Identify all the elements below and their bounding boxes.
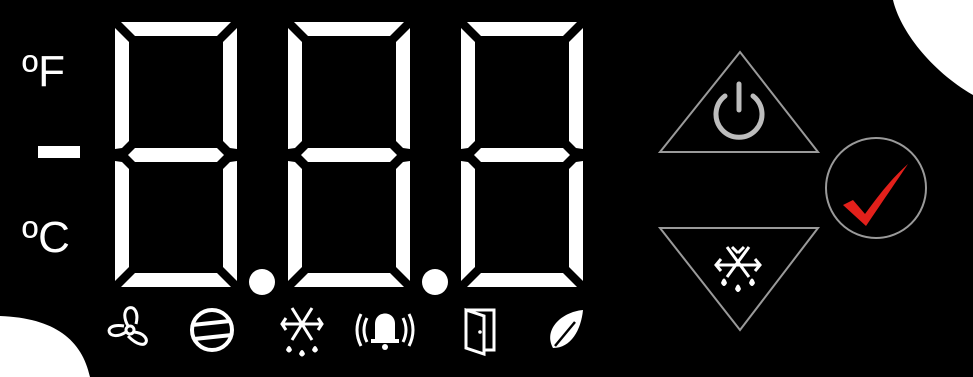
segment-d	[121, 273, 231, 287]
segment-d	[294, 273, 404, 287]
segment-a	[467, 22, 577, 36]
segment-f	[461, 28, 475, 149]
segment-f	[288, 28, 302, 149]
segment-b	[223, 28, 237, 149]
unit-separator	[38, 146, 80, 158]
decimal-point-1	[249, 269, 275, 295]
segment-b	[396, 28, 410, 149]
display-panel	[0, 0, 973, 377]
segment-e	[288, 161, 302, 281]
segment-d	[467, 273, 577, 287]
segment-g	[128, 148, 224, 162]
segment-e	[115, 161, 129, 281]
segment-e	[461, 161, 475, 281]
unit-celsius: ºC	[22, 213, 70, 262]
segment-b	[569, 28, 583, 149]
segment-g	[474, 148, 570, 162]
unit-fahrenheit: ºF	[22, 47, 65, 96]
confirm-button[interactable]	[825, 137, 927, 239]
segment-g	[301, 148, 397, 162]
segment-c	[223, 161, 237, 281]
segment-c	[396, 161, 410, 281]
segment-c	[569, 161, 583, 281]
segment-a	[121, 22, 231, 36]
decimal-point-2	[422, 269, 448, 295]
segment-f	[115, 28, 129, 149]
segment-a	[294, 22, 404, 36]
